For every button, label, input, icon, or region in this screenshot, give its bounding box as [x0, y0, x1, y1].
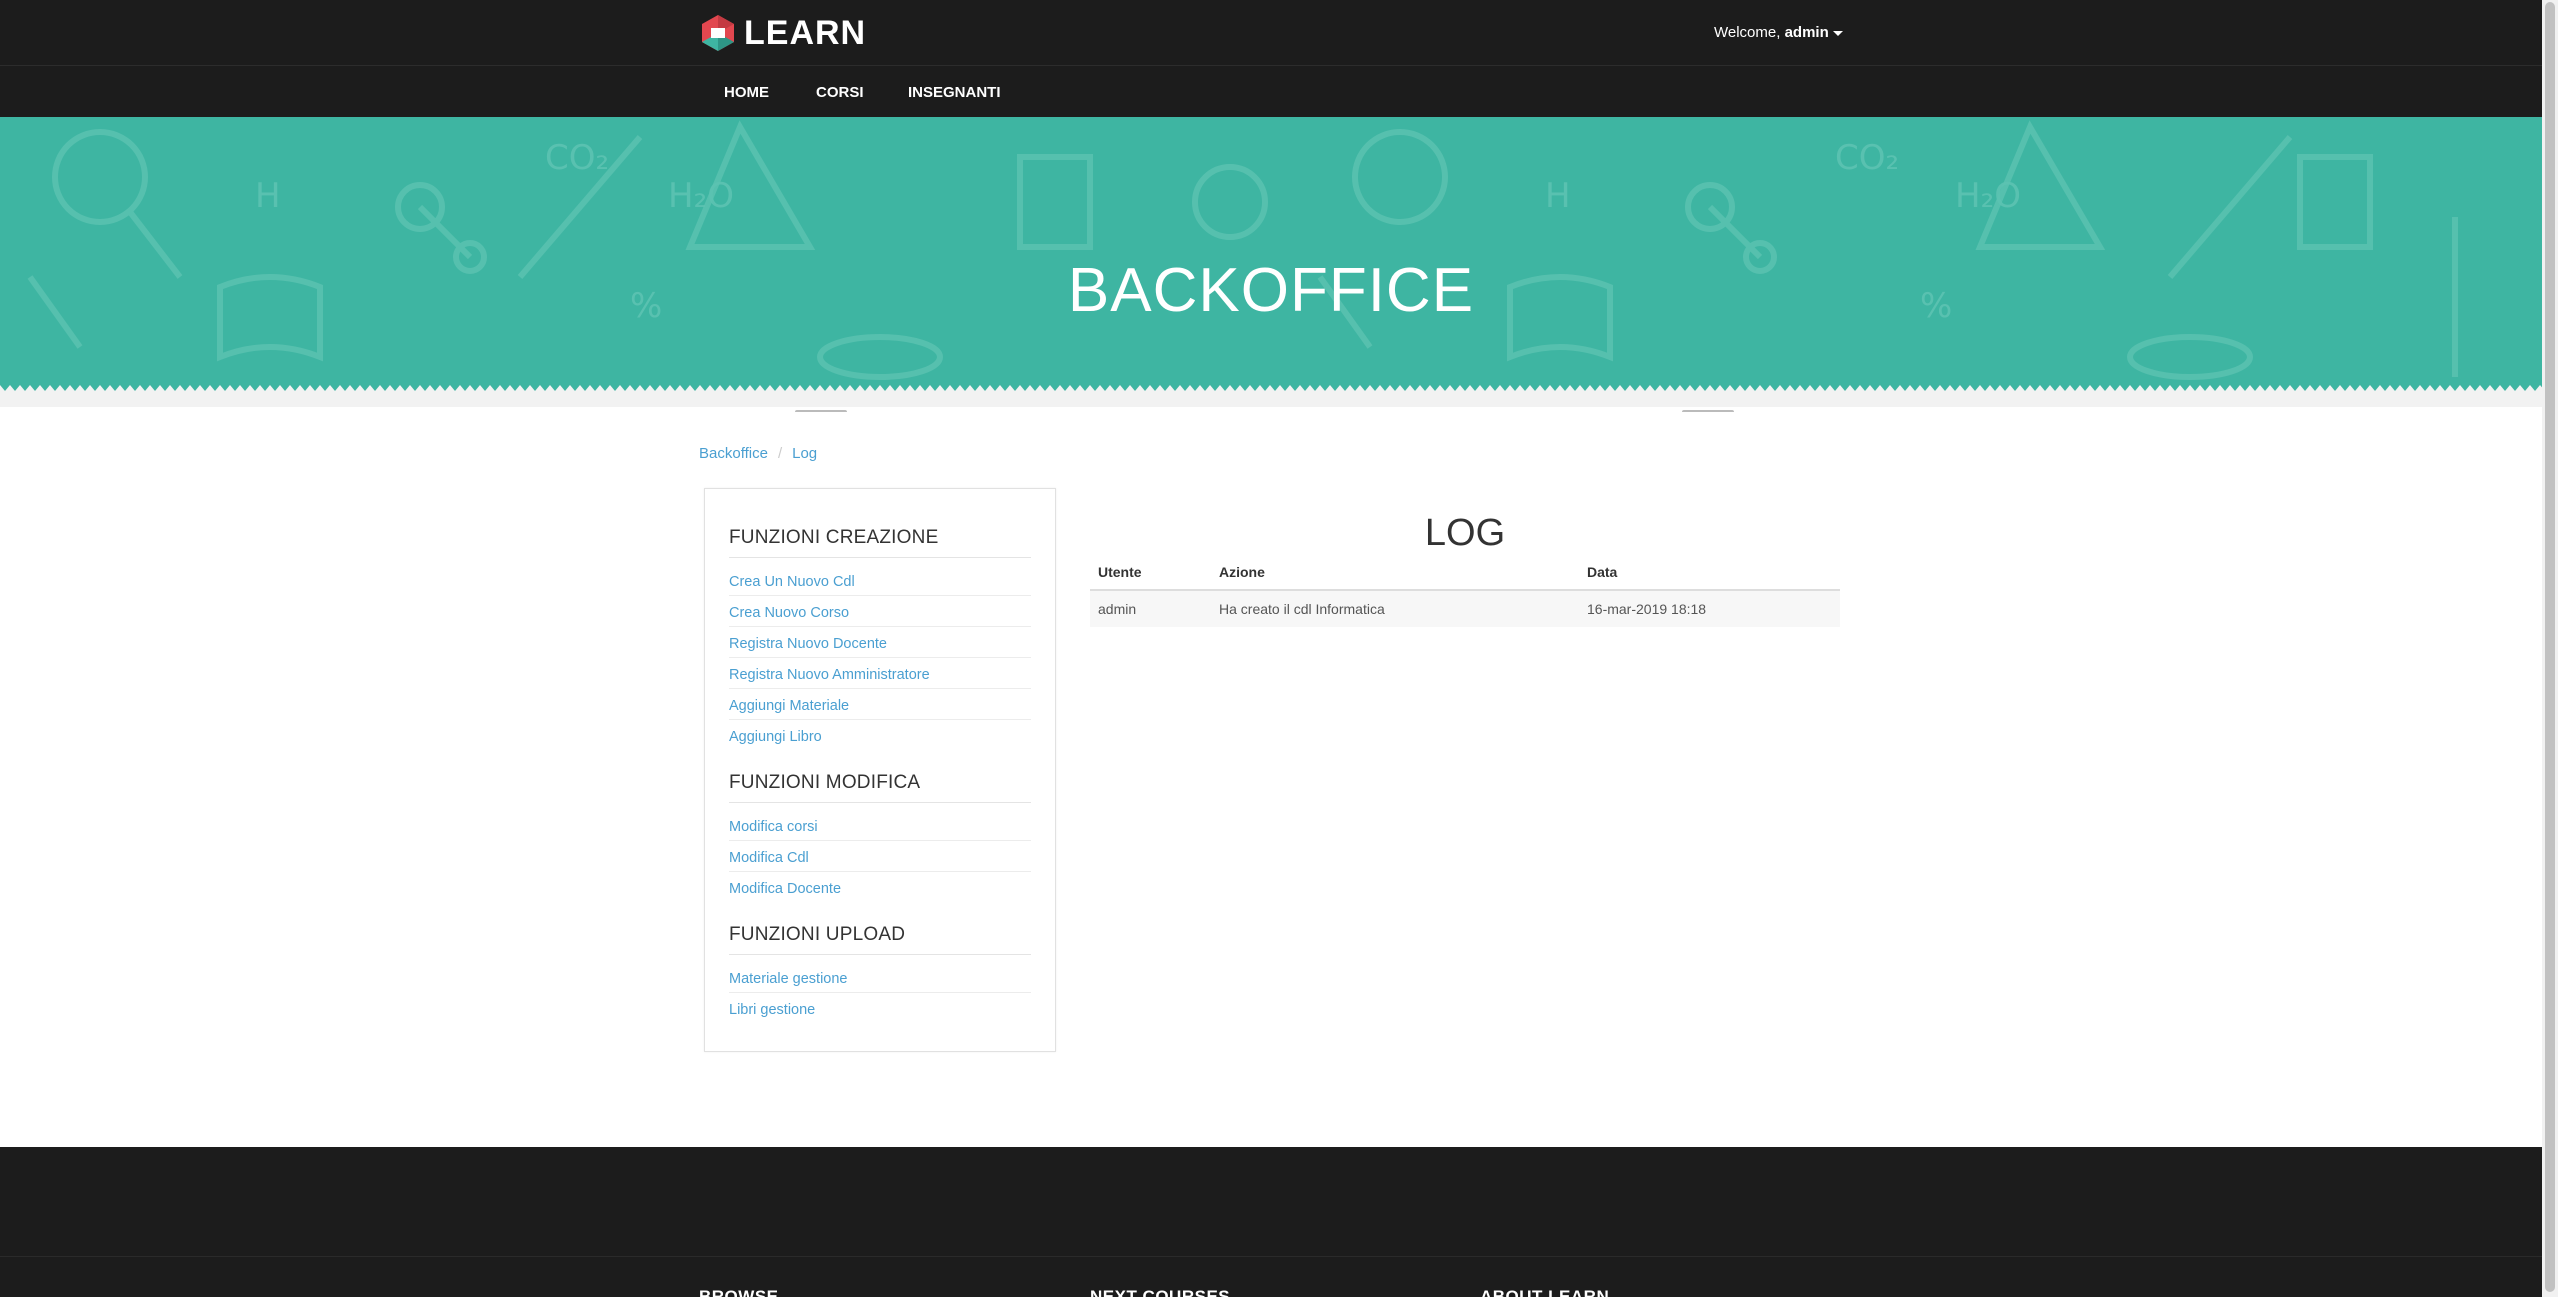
- main-nav: HOME CORSI INSEGNANTI: [0, 65, 2542, 118]
- divider-mark-left: [795, 410, 847, 418]
- breadcrumb-separator: /: [777, 445, 783, 462]
- svg-text:H: H: [1545, 176, 1571, 216]
- page-title: LOG: [1424, 511, 1506, 554]
- footer-heading-about: ABOUT LEARN: [1480, 1287, 1610, 1306]
- cell-azione: Ha creato il cdl Informatica: [1211, 589, 1579, 627]
- username: admin: [1784, 24, 1829, 41]
- footer-divider: [0, 1256, 2542, 1257]
- user-menu[interactable]: Welcome, admin: [1714, 24, 2014, 41]
- section-title-modifica: FUNZIONI MODIFICA: [729, 772, 921, 793]
- cell-utente: admin: [1090, 589, 1211, 627]
- svg-text:H₂O: H₂O: [668, 176, 734, 216]
- sidebar-link-modifica-cdl[interactable]: Modifica Cdl: [729, 850, 1031, 872]
- svg-text:H: H: [255, 176, 281, 216]
- sidebar-link-libri-gestione[interactable]: Libri gestione: [729, 1002, 1031, 1023]
- section-rule: [729, 954, 1031, 955]
- sidebar-link-crea-corso[interactable]: Crea Nuovo Corso: [729, 605, 1031, 627]
- section-title-creazione: FUNZIONI CREAZIONE: [729, 527, 939, 548]
- breadcrumb: Backoffice / Log: [699, 445, 817, 462]
- logo-text: LEARN: [744, 13, 867, 52]
- sidebar-link-crea-cdl[interactable]: Crea Un Nuovo Cdl: [729, 574, 1031, 596]
- welcome-label: Welcome,: [1714, 24, 1781, 41]
- section-title-upload: FUNZIONI UPLOAD: [729, 924, 906, 945]
- logo[interactable]: LEARN: [698, 14, 866, 52]
- breadcrumb-backoffice[interactable]: Backoffice: [699, 445, 768, 462]
- footer: BROWSE NEXT COURSES ABOUT LEARN: [0, 1147, 2542, 1306]
- cell-data: 16-mar-2019 18:18: [1579, 589, 1840, 627]
- column-header-utente: Utente: [1090, 555, 1211, 591]
- svg-text:H₂O: H₂O: [1955, 176, 2021, 216]
- hero-banner: H H₂O CO₂ H H₂O CO₂ % % BACKOFFICE: [0, 117, 2542, 392]
- sidebar-link-modifica-docente[interactable]: Modifica Docente: [729, 881, 1031, 902]
- sidebar-link-registra-amministratore[interactable]: Registra Nuovo Amministratore: [729, 667, 1031, 689]
- sidebar-link-registra-docente[interactable]: Registra Nuovo Docente: [729, 636, 1031, 658]
- section-rule: [729, 557, 1031, 558]
- svg-text:CO₂: CO₂: [1835, 138, 1899, 178]
- vertical-scrollbar[interactable]: [2542, 0, 2558, 1297]
- scrollbar-thumb[interactable]: [2545, 2, 2555, 1292]
- nav-home[interactable]: HOME: [724, 84, 769, 101]
- section-rule: [729, 802, 1031, 803]
- page-hero-title: BACKOFFICE: [1067, 255, 1475, 325]
- table-row: admin Ha creato il cdl Informatica 16-ma…: [1090, 589, 1840, 627]
- footer-heading-browse: BROWSE: [699, 1287, 779, 1306]
- sidebar: FUNZIONI CREAZIONE Crea Un Nuovo Cdl Cre…: [704, 488, 1056, 1052]
- sidebar-link-aggiungi-materiale[interactable]: Aggiungi Materiale: [729, 698, 1031, 720]
- learn-logo-icon: [702, 15, 734, 51]
- divider-mark-right: [1682, 410, 1734, 418]
- nav-insegnanti[interactable]: INSEGNANTI: [908, 84, 1001, 101]
- caret-down-icon: [1832, 30, 1843, 36]
- top-bar: LEARN Welcome, admin: [0, 0, 2542, 65]
- sidebar-link-modifica-corsi[interactable]: Modifica corsi: [729, 819, 1031, 841]
- column-header-data: Data: [1579, 555, 1840, 591]
- sidebar-link-aggiungi-libro[interactable]: Aggiungi Libro: [729, 729, 1031, 750]
- log-table: Utente Azione Data admin Ha creato il cd…: [1090, 555, 1840, 627]
- svg-text:CO₂: CO₂: [545, 138, 609, 178]
- sidebar-link-materiale-gestione[interactable]: Materiale gestione: [729, 971, 1031, 993]
- breadcrumb-log[interactable]: Log: [792, 445, 817, 462]
- column-header-azione: Azione: [1211, 555, 1579, 591]
- table-header-row: Utente Azione Data: [1090, 555, 1840, 591]
- footer-heading-next-courses: NEXT COURSES: [1090, 1287, 1231, 1306]
- hero-divider: [0, 385, 2542, 407]
- nav-corsi[interactable]: CORSI: [816, 84, 864, 101]
